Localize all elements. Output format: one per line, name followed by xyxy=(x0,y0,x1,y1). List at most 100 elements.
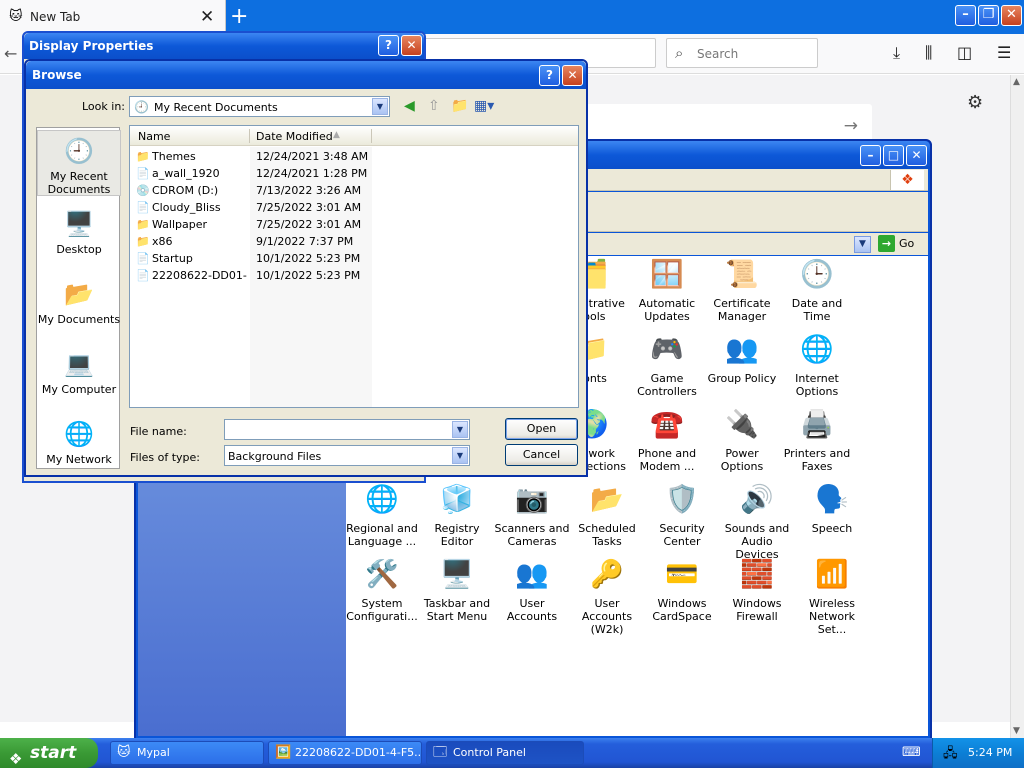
file-name-dropdown-icon[interactable]: ▼ xyxy=(452,421,468,438)
back-arrow-icon[interactable]: ◀ xyxy=(404,98,415,114)
place-my-documents[interactable]: 📂 My Documents xyxy=(37,274,121,340)
file-date: 7/13/2022 3:26 AM xyxy=(256,184,362,197)
cp-item-label: Regional and Language ... xyxy=(346,522,418,548)
file-row[interactable]: 💿 CDROM (D:) 7/13/2022 3:26 AM xyxy=(130,182,578,199)
cp-item-windows-firewall[interactable]: 🧱 Windows Firewall xyxy=(719,558,795,623)
close-tab-icon[interactable]: ✕ xyxy=(200,7,214,27)
scroll-up-icon[interactable]: ▲ xyxy=(1013,77,1020,87)
cp-item-sounds-and-audio-devices[interactable]: 🔊 Sounds and Audio Devices xyxy=(719,483,795,561)
place-my-recent-documents[interactable]: 🕘 My Recent Documents xyxy=(37,130,121,196)
keyboard-icon[interactable]: ⌨ xyxy=(902,745,921,760)
new-folder-icon[interactable]: 📁 xyxy=(451,98,468,114)
search-bar[interactable]: ⌕ Search xyxy=(666,38,818,68)
browser-tab[interactable]: 🐱 New Tab ✕ xyxy=(0,0,226,34)
file-name-input[interactable]: ▼ xyxy=(224,419,470,440)
address-dropdown-icon[interactable]: ▼ xyxy=(854,236,871,253)
up-folder-icon[interactable]: ⇧ xyxy=(428,98,440,114)
network-tray-icon[interactable]: 🖧 xyxy=(943,744,958,766)
place-my-network[interactable]: 🌐 My Network xyxy=(37,414,121,480)
arrow-right-icon[interactable]: → xyxy=(844,116,858,136)
cp-item-label: Registry Editor xyxy=(434,522,480,548)
start-button[interactable]: ❖ start xyxy=(0,738,98,768)
cp-item-power-options[interactable]: 🔌 Power Options xyxy=(704,408,780,473)
files-of-type-select[interactable]: Background Files ▼ xyxy=(224,445,470,466)
cp-item-game-controllers[interactable]: 🎮 Game Controllers xyxy=(629,333,705,398)
restore-icon[interactable]: ❐ xyxy=(978,5,999,26)
new-tab-search-card[interactable]: → xyxy=(586,104,872,144)
look-in-select[interactable]: 🕘 My Recent Documents ▼ xyxy=(129,96,390,117)
file-row[interactable]: 📄 Cloudy_Bliss 7/25/2022 3:01 AM xyxy=(130,199,578,216)
browser-scrollbar[interactable]: ▲ ▼ xyxy=(1010,75,1024,738)
cp-item-printers-and-faxes[interactable]: 🖨️ Printers and Faxes xyxy=(779,408,855,473)
cp-item-taskbar-and-start-menu[interactable]: 🖥️ Taskbar and Start Menu xyxy=(419,558,495,623)
library-icon[interactable]: ⫼ xyxy=(925,43,932,63)
place-my-computer[interactable]: 💻 My Computer xyxy=(37,344,121,410)
cp-item-group-policy[interactable]: 👥 Group Policy xyxy=(704,333,780,385)
menu-icon[interactable]: ☰ xyxy=(997,43,1011,62)
file-row[interactable]: 📁 Themes 12/24/2021 3:48 AM xyxy=(130,148,578,165)
cp-item-user-accounts-w2k[interactable]: 🔑 User Accounts (W2k) xyxy=(569,558,645,636)
back-icon[interactable]: ← xyxy=(4,44,17,63)
display-properties-titlebar[interactable]: Display Properties ? ✕ xyxy=(24,33,424,59)
minimize-icon[interactable]: – xyxy=(955,5,976,26)
my-documents-icon: 📂 xyxy=(64,280,94,308)
file-row[interactable]: 📄 Startup 10/1/2022 5:23 PM xyxy=(130,250,578,267)
cp-maximize-icon[interactable]: □ xyxy=(883,145,904,166)
new-tab-icon[interactable]: + xyxy=(230,4,248,29)
cp-item-system-configurati[interactable]: 🛠️ System Configurati... xyxy=(344,558,420,623)
file-date: 12/24/2021 3:48 AM xyxy=(256,150,369,163)
cp-item-windows-cardspace[interactable]: 💳 Windows CardSpace xyxy=(644,558,720,623)
gear-icon[interactable]: ⚙ xyxy=(967,92,983,113)
files-of-type-dropdown-icon[interactable]: ▼ xyxy=(452,447,468,464)
cp-item-user-accounts[interactable]: 👥 User Accounts xyxy=(494,558,570,623)
taskbar-button-mypal[interactable]: 🐱 Mypal xyxy=(110,741,264,765)
scroll-down-icon[interactable]: ▼ xyxy=(1013,726,1020,736)
dp-close-icon[interactable]: ✕ xyxy=(401,35,422,56)
file-row[interactable]: 📁 Wallpaper 7/25/2022 3:01 AM xyxy=(130,216,578,233)
close-icon[interactable]: ✕ xyxy=(1001,5,1022,26)
column-name[interactable]: Name xyxy=(138,130,170,143)
open-button[interactable]: Open xyxy=(505,418,578,440)
place-desktop[interactable]: 🖥️ Desktop xyxy=(37,204,121,270)
view-menu-icon[interactable]: ▦▾ xyxy=(474,98,494,114)
place-label: My Network xyxy=(46,453,112,466)
clock[interactable]: 5:24 PM xyxy=(968,746,1012,759)
browse-titlebar[interactable]: Browse ? ✕ xyxy=(26,61,586,89)
look-in-dropdown-icon[interactable]: ▼ xyxy=(372,98,388,115)
cancel-button[interactable]: Cancel xyxy=(505,444,578,466)
taskbar-button-control-panel[interactable]: 🗔 Control Panel xyxy=(426,741,584,765)
file-row[interactable]: 📄 a_wall_1920 12/24/2021 1:28 PM xyxy=(130,165,578,182)
cp-item-wireless-network-set[interactable]: 📶 Wireless Network Set... xyxy=(794,558,870,636)
go-button[interactable]: → Go xyxy=(878,235,914,252)
cp-item-certificate-manager[interactable]: 📜 Certificate Manager xyxy=(704,258,780,323)
dp-help-icon[interactable]: ? xyxy=(378,35,399,56)
drive-shortcut-icon: 💿 xyxy=(136,184,150,197)
taskbar-button-22208622-dd01-4-f5[interactable]: 🖼️ 22208622-DD01-4-F5... xyxy=(268,741,422,765)
file-list[interactable]: Name Date Modified ▲ 📁 Themes 12/24/2021 3… xyxy=(129,125,579,408)
file-date: 10/1/2022 5:23 PM xyxy=(256,269,361,282)
cp-item-regional-and-language[interactable]: 🌐 Regional and Language ... xyxy=(344,483,420,548)
file-row[interactable]: 📁 x86 9/1/2022 7:37 PM xyxy=(130,233,578,250)
cp-item-speech[interactable]: 🗣️ Speech xyxy=(794,483,870,535)
printer-icon: 🖨️ xyxy=(800,409,834,440)
file-row[interactable]: 📄 22208622-DD01-... 10/1/2022 5:23 PM xyxy=(130,267,578,284)
cp-item-phone-and-modem[interactable]: ☎️ Phone and Modem ... xyxy=(629,408,705,473)
column-separator[interactable] xyxy=(249,129,250,143)
cp-item-date-and-time[interactable]: 🕒 Date and Time xyxy=(779,258,855,323)
cp-item-scanners-and-cameras[interactable]: 📷 Scanners and Cameras xyxy=(494,483,570,548)
cp-close-icon[interactable]: ✕ xyxy=(906,145,927,166)
column-date-modified[interactable]: Date Modified xyxy=(256,130,333,143)
column-separator[interactable] xyxy=(371,129,372,143)
folder-shortcut-icon: 📁 xyxy=(136,235,150,248)
cp-item-registry-editor[interactable]: 🧊 Registry Editor xyxy=(419,483,495,548)
cp-item-scheduled-tasks[interactable]: 📂 Scheduled Tasks xyxy=(569,483,645,548)
cp-item-internet-options[interactable]: 🌐 Internet Options xyxy=(779,333,855,398)
cp-item-automatic-updates[interactable]: 🪟 Automatic Updates xyxy=(629,258,705,323)
browse-help-icon[interactable]: ? xyxy=(539,65,560,86)
sidebar-icon[interactable]: ◫ xyxy=(957,43,972,62)
browse-close-icon[interactable]: ✕ xyxy=(562,65,583,86)
place-label: My Computer xyxy=(41,383,117,396)
cp-item-security-center[interactable]: 🛡️ Security Center xyxy=(644,483,720,548)
download-icon[interactable]: ⤓ xyxy=(893,43,900,63)
cp-minimize-icon[interactable]: – xyxy=(860,145,881,166)
